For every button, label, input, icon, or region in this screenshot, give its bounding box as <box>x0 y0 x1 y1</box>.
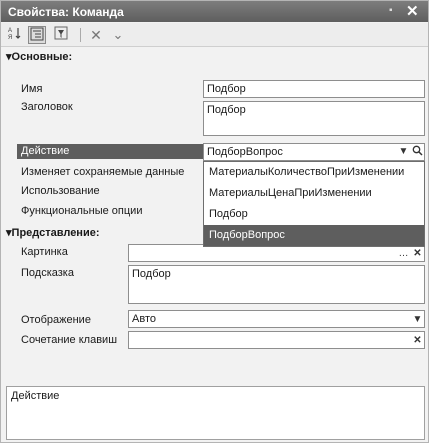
representation-label: Отображение <box>21 314 91 326</box>
shortcut-field[interactable] <box>128 331 425 349</box>
action-dropdown-list: МатериалыКоличествоПриИзменении Материал… <box>203 161 425 247</box>
action-option-selected[interactable]: ПодборВопрос <box>204 225 424 246</box>
functional-options-label: Функциональные опции <box>21 205 143 217</box>
shortcut-label: Сочетание клавиш <box>21 334 118 346</box>
section-main[interactable]: ▾Основные: <box>6 50 72 63</box>
dropdown-arrow-icon[interactable]: ▼ <box>397 145 410 158</box>
title-bar[interactable]: Свойства: Команда ▪ ✕ <box>1 1 428 22</box>
picture-label: Картинка <box>21 246 68 258</box>
sort-alphabetical-icon[interactable]: AЯ <box>6 26 24 44</box>
section-view[interactable]: ▾Представление: <box>6 226 100 239</box>
section-main-title: Основные: <box>11 51 73 63</box>
svg-text:A: A <box>8 28 12 34</box>
description-text: Действие <box>11 390 60 402</box>
modifies-data-label: Изменяет сохраняемые данные <box>21 166 185 178</box>
clear-icon[interactable]: ✕ <box>411 247 424 260</box>
tooltip-label: Подсказка <box>21 267 74 279</box>
action-label[interactable]: Действие <box>17 144 203 159</box>
representation-field[interactable]: Авто <box>128 310 425 328</box>
ellipsis-icon[interactable]: … <box>397 247 410 260</box>
section-view-title: Представление: <box>11 227 100 239</box>
delete-icon[interactable]: ✕ <box>87 26 105 44</box>
toolbar: AЯ ✕ ⌄ <box>1 23 428 47</box>
svg-text:Я: Я <box>8 35 12 40</box>
clear-icon[interactable]: ✕ <box>411 334 424 347</box>
name-label: Имя <box>21 83 43 95</box>
pin-icon[interactable]: ▪ <box>389 5 393 16</box>
usage-label: Использование <box>21 185 100 197</box>
name-field[interactable]: Подбор <box>203 80 425 98</box>
properties-window: Свойства: Команда ▪ ✕ AЯ ✕ ⌄ ▾Основные: … <box>0 0 429 443</box>
check-icon[interactable]: ⌄ <box>109 26 127 44</box>
dropdown-arrow-icon[interactable]: ▼ <box>411 313 424 326</box>
caption-field[interactable]: Подбор <box>203 101 425 136</box>
close-icon[interactable]: ✕ <box>406 2 419 20</box>
search-icon[interactable] <box>411 145 424 158</box>
toolbar-separator <box>80 28 81 42</box>
categorized-view-icon[interactable] <box>28 26 46 44</box>
action-value: ПодборВопрос <box>207 146 283 158</box>
tooltip-field[interactable]: Подбор <box>128 265 425 304</box>
window-title: Свойства: Команда <box>8 5 124 19</box>
description-panel: Действие <box>6 386 425 440</box>
action-option[interactable]: МатериалыКоличествоПриИзменении <box>204 162 424 183</box>
action-option[interactable]: МатериалыЦенаПриИзменении <box>204 183 424 204</box>
caption-label: Заголовок <box>21 101 73 113</box>
action-option[interactable]: Подбор <box>204 204 424 225</box>
action-field[interactable]: ПодборВопрос <box>203 143 425 161</box>
filter-icon[interactable] <box>52 26 70 44</box>
